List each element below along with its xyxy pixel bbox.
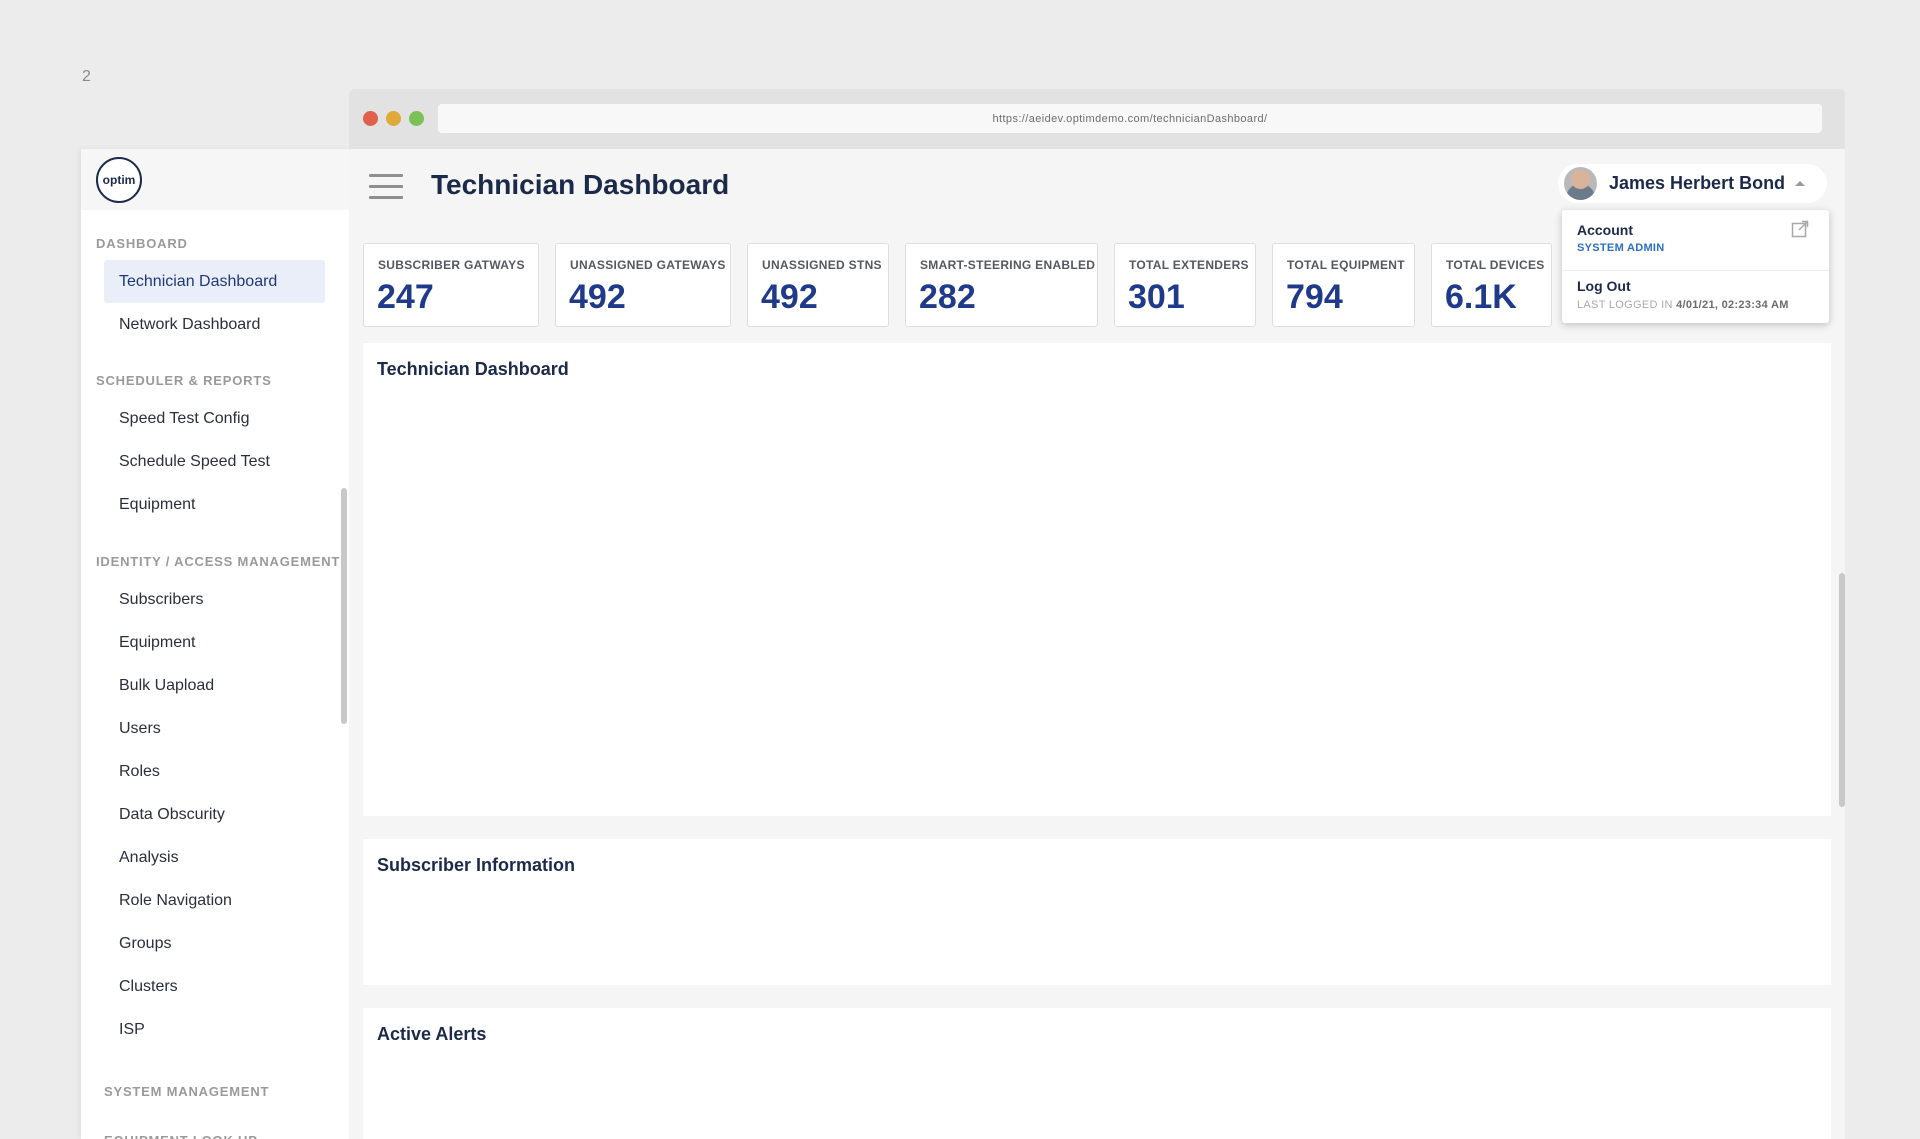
kpi-total-extenders[interactable]: TOTAL EXTENDERS 301	[1114, 243, 1256, 327]
kpi-label: UNASSIGNED GATEWAYS	[570, 258, 726, 272]
close-window-dot[interactable]	[363, 111, 378, 126]
nav-section-dashboard: DASHBOARD	[96, 236, 188, 251]
sidebar-scrollbar[interactable]	[341, 488, 347, 724]
kpi-label: TOTAL EXTENDERS	[1129, 258, 1249, 272]
kpi-subscriber-gateways[interactable]: SUBSCRIBER GATWAYS 247	[363, 243, 539, 327]
card-title: Technician Dashboard	[377, 359, 569, 379]
kpi-label: UNASSIGNED STNS	[762, 258, 882, 272]
kpi-label: TOTAL EQUIPMENT	[1287, 258, 1405, 272]
logo-row: optim	[81, 149, 349, 210]
avatar	[1564, 167, 1597, 200]
kpi-value: 282	[919, 278, 976, 316]
nav-section-system-management[interactable]: SYSTEM MANAGEMENT	[81, 1081, 349, 1103]
last-logged-in-value: 4/01/21, 02:23:34 AM	[1676, 299, 1789, 311]
sidebar-item-role-navigation[interactable]: Role Navigation	[104, 879, 325, 922]
page-title: Technician Dashboard	[431, 169, 730, 200]
sidebar-item-network-dashboard[interactable]: Network Dashboard	[104, 303, 325, 346]
address-bar[interactable]: https://aeidev.optimdemo.com/technicianD…	[438, 104, 1822, 133]
external-link-icon[interactable]	[1791, 220, 1809, 238]
caret-up-icon	[1795, 181, 1805, 186]
sidebar-item-users[interactable]: Users	[104, 707, 325, 750]
hamburger-menu-icon[interactable]	[369, 174, 403, 200]
sidebar-item-data-obscurity[interactable]: Data Obscurity	[104, 793, 325, 836]
sidebar-item-equipment-reports[interactable]: Equipment	[104, 483, 325, 526]
account-menu-item[interactable]: Account	[1577, 222, 1633, 238]
user-menu-toggle[interactable]: James Herbert Bond	[1558, 164, 1827, 203]
sidebar-item-technician-dashboard[interactable]: Technician Dashboard	[104, 260, 325, 303]
optim-logo[interactable]: optim	[96, 157, 142, 203]
nav-section-identity-access: IDENTITY / ACCESS MANAGEMENT	[96, 554, 341, 569]
kpi-value: 794	[1286, 278, 1343, 316]
sidebar: optim DASHBOARD Technician Dashboard Net…	[81, 149, 349, 1139]
subscriber-information-card: Subscriber Information	[363, 839, 1831, 985]
last-logged-in: LAST LOGGED IN 4/01/21, 02:23:34 AM	[1577, 299, 1789, 311]
kpi-value: 492	[761, 278, 818, 316]
kpi-value: 247	[377, 278, 434, 316]
sidebar-item-roles[interactable]: Roles	[104, 750, 325, 793]
sidebar-item-groups[interactable]: Groups	[104, 922, 325, 965]
kpi-value: 492	[569, 278, 626, 316]
kpi-label: SUBSCRIBER GATWAYS	[378, 258, 525, 272]
kpi-value: 6.1K	[1445, 278, 1517, 316]
sidebar-item-bulk-upload[interactable]: Bulk Uapload	[104, 664, 325, 707]
nav-section-scheduler-reports: SCHEDULER & REPORTS	[96, 373, 272, 388]
page-number: 2	[82, 68, 91, 85]
last-logged-in-label: LAST LOGGED IN	[1577, 299, 1673, 311]
kpi-value: 301	[1128, 278, 1185, 316]
user-dropdown-menu: Account SYSTEM ADMIN Log Out LAST LOGGED…	[1562, 210, 1829, 323]
sidebar-item-clusters[interactable]: Clusters	[104, 965, 325, 1008]
technician-dashboard-card: Technician Dashboard	[363, 343, 1831, 816]
kpi-total-devices[interactable]: TOTAL DEVICES 6.1K	[1431, 243, 1552, 327]
kpi-unassigned-stns[interactable]: UNASSIGNED STNS 492	[747, 243, 889, 327]
kpi-smart-steering-enabled[interactable]: SMART-STEERING ENABLED 282	[905, 243, 1098, 327]
kpi-total-equipment[interactable]: TOTAL EQUIPMENT 794	[1272, 243, 1415, 327]
kpi-unassigned-gateways[interactable]: UNASSIGNED GATEWAYS 492	[555, 243, 731, 327]
sidebar-item-equipment[interactable]: Equipment	[104, 621, 325, 664]
user-name: James Herbert Bond	[1609, 173, 1786, 193]
sidebar-item-speed-test-config[interactable]: Speed Test Config	[104, 397, 325, 440]
nav-section-equipment-look-up[interactable]: EQUIPMENT LOOK UP	[81, 1130, 349, 1139]
kpi-label: TOTAL DEVICES	[1446, 258, 1545, 272]
card-title: Active Alerts	[377, 1024, 487, 1044]
sidebar-item-analysis[interactable]: Analysis	[104, 836, 325, 879]
main-scrollbar[interactable]	[1839, 573, 1845, 807]
maximize-window-dot[interactable]	[409, 111, 424, 126]
browser-title-bar: https://aeidev.optimdemo.com/technicianD…	[349, 89, 1845, 149]
minimize-window-dot[interactable]	[386, 111, 401, 126]
sidebar-item-isp[interactable]: ISP	[104, 1008, 325, 1051]
main-content: Technician Dashboard James Herbert Bond …	[349, 149, 1845, 1139]
sidebar-item-schedule-speed-test[interactable]: Schedule Speed Test	[104, 440, 325, 483]
sidebar-item-subscribers[interactable]: Subscribers	[104, 578, 325, 621]
card-title: Subscriber Information	[377, 855, 576, 875]
active-alerts-card: Active Alerts	[363, 1008, 1831, 1139]
logout-menu-item[interactable]: Log Out	[1577, 278, 1631, 294]
user-role: SYSTEM ADMIN	[1577, 242, 1665, 254]
menu-divider	[1562, 270, 1829, 271]
kpi-label: SMART-STEERING ENABLED	[920, 258, 1096, 272]
